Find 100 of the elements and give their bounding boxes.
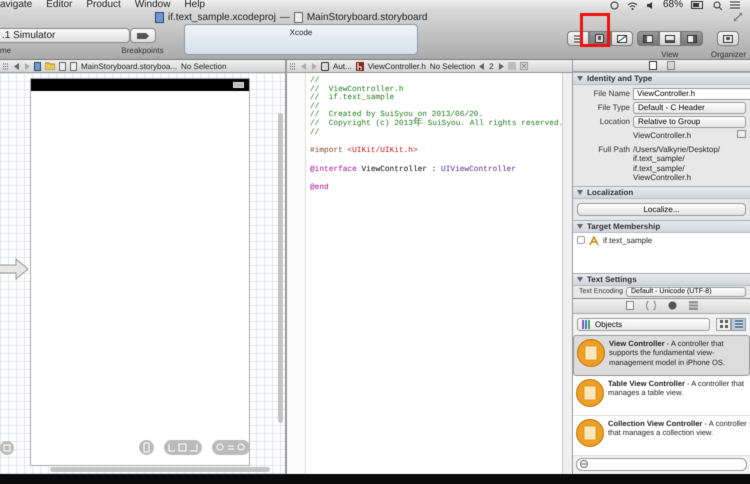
field-label: File Type (596, 102, 630, 114)
library-tab[interactable] (668, 301, 676, 310)
file-icon (626, 301, 634, 310)
version-icon (616, 34, 627, 42)
organizer-icon (723, 34, 734, 42)
scheme-popup[interactable]: .1 Simulator (0, 28, 130, 43)
film-icon (688, 301, 698, 310)
help-icon (666, 60, 674, 70)
field-label: Location (598, 116, 630, 128)
back-arrow-icon (14, 62, 20, 70)
target-checkbox[interactable] (577, 236, 585, 244)
path-line: ViewController.h (633, 173, 692, 183)
left-panel-icon (642, 34, 653, 42)
breakpoint-icon (136, 32, 148, 38)
window-title: MainStoryboard.storyboard (306, 12, 428, 22)
breadcrumb-item[interactable]: Aut... (333, 62, 352, 70)
path-line: if.text_sample/ (633, 164, 686, 174)
battery-icon (233, 82, 245, 88)
back-arrow-icon (301, 62, 307, 70)
section-header[interactable]: Localization (573, 186, 750, 199)
scheme-label: me (0, 46, 12, 55)
breakpoints-button[interactable] (130, 28, 156, 43)
zoom-icon (216, 443, 246, 452)
braces-icon (646, 301, 656, 310)
project-file-icon (34, 62, 41, 70)
disclosure-triangle-icon (577, 224, 583, 229)
add-icon (508, 62, 516, 70)
section-header[interactable]: Target Membership (573, 220, 750, 233)
controller-icon (577, 338, 605, 367)
controller-icon (576, 378, 604, 407)
grid-view-button[interactable] (716, 318, 731, 331)
project-name: if.text_sample.xcodeproj (168, 12, 276, 22)
forward-arrow-icon (498, 62, 504, 70)
counterpart-count: 2 (489, 62, 494, 70)
cube-icon (668, 301, 676, 310)
battery-icon (691, 1, 705, 9)
scroll-bar[interactable] (278, 113, 283, 423)
file-icon (648, 60, 656, 70)
disclosure-triangle-icon (577, 190, 583, 195)
title-separator: — (280, 12, 290, 22)
scroll-bar[interactable] (50, 467, 270, 472)
breadcrumb-item[interactable]: MainStoryboard.storyboa... (81, 62, 178, 70)
entry-arrow-icon (0, 258, 30, 280)
popup-button[interactable]: Relative to Group (633, 116, 746, 128)
menu-item[interactable]: Window (134, 0, 170, 10)
device-icon (139, 440, 154, 455)
library-tab[interactable] (626, 301, 634, 310)
scroll-bar[interactable] (562, 73, 572, 474)
organizer-button[interactable] (717, 31, 740, 46)
align-icon (168, 443, 198, 452)
search-icon (713, 0, 722, 10)
storyboard-file-icon (294, 12, 303, 22)
view-toggle-button[interactable] (658, 31, 681, 46)
disclosure-triangle-icon (577, 277, 583, 282)
section-header[interactable]: Text Settings (573, 273, 750, 286)
forward-arrow-icon (311, 62, 317, 70)
field-label: File Name (592, 88, 630, 100)
library-tab[interactable] (646, 301, 656, 310)
view-toggle-button[interactable] (680, 31, 703, 46)
battery-percentage: 68% (662, 0, 683, 10)
localize-button[interactable]: Localize... (577, 202, 746, 216)
path-line: if.text_sample/ (633, 154, 686, 164)
library-search-field[interactable] (576, 458, 747, 471)
list-icon (734, 320, 742, 328)
organizer-label: Organizer (710, 50, 746, 59)
breadcrumb-item[interactable]: No Selection (430, 62, 476, 70)
breadcrumb-item[interactable]: No Selection (181, 62, 226, 70)
disclosure-triangle-icon (577, 76, 583, 81)
field-label: Full Path (597, 144, 630, 156)
menu-item[interactable]: Help (184, 0, 205, 10)
view-toggle-button[interactable] (636, 31, 659, 46)
editor-mode-button[interactable] (610, 31, 633, 46)
grid-icon (2, 62, 10, 70)
forward-arrow-icon (24, 62, 30, 70)
controller-icon (576, 418, 604, 447)
grid-icon (289, 62, 297, 70)
breakpoints-label: Breakpoints (121, 46, 164, 55)
list-view-button[interactable] (731, 318, 746, 331)
location-value: ViewController.h (633, 130, 692, 142)
grid-icon (720, 320, 728, 328)
filter-icon (580, 460, 588, 468)
menu-item[interactable]: avigate (0, 0, 32, 10)
document-icon (321, 62, 329, 70)
menu-item[interactable]: Product (86, 0, 121, 10)
section-header[interactable]: Identity and Type (573, 72, 750, 85)
app-target-icon (589, 236, 599, 245)
path-line: /Users/Valkyrie/Desktop/ (633, 144, 721, 154)
wifi-icon (626, 0, 638, 10)
library-filter-popup[interactable]: Objects (577, 318, 710, 331)
inspector-tab[interactable] (648, 60, 656, 70)
file-name-field[interactable]: ViewController.h (633, 88, 750, 100)
folder-icon (45, 62, 55, 70)
fullscreen-icon (734, 13, 742, 21)
menu-item[interactable]: Editor (46, 0, 72, 10)
library-icon (582, 320, 592, 329)
breadcrumb-item[interactable]: ViewController.h (368, 62, 426, 70)
folder-icon (737, 130, 746, 138)
popup-button[interactable]: Default - C Header (633, 102, 746, 114)
header-file-icon (356, 62, 364, 70)
list-icon (730, 1, 740, 9)
